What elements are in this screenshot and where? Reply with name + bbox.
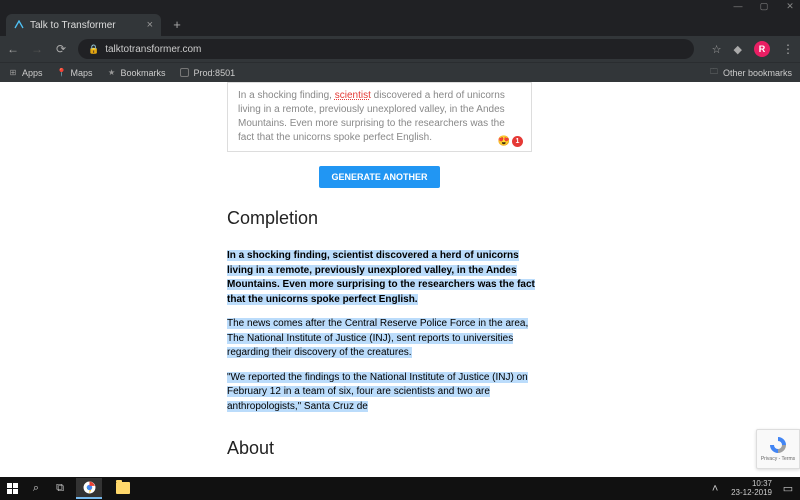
search-icon[interactable]: ⌕ bbox=[28, 481, 44, 497]
task-view-icon[interactable]: ⧉ bbox=[52, 481, 68, 497]
reload-button[interactable]: ⟳ bbox=[54, 42, 68, 56]
browser-tab[interactable]: Talk to Transformer × bbox=[6, 14, 161, 36]
completion-text[interactable]: In a shocking finding, scientist discove… bbox=[227, 249, 537, 414]
system-clock[interactable]: 10:37 23-12-2019 bbox=[731, 480, 772, 497]
lock-icon: 🔒 bbox=[88, 44, 99, 55]
completion-paragraph: The news comes after the Central Reserve… bbox=[227, 318, 528, 358]
tab-strip: Talk to Transformer × + bbox=[0, 12, 800, 36]
profile-avatar[interactable]: R bbox=[754, 41, 770, 57]
back-button[interactable]: ← bbox=[6, 42, 20, 56]
folder-icon bbox=[116, 482, 130, 494]
notifications-icon[interactable]: ▭ bbox=[780, 481, 796, 497]
window-maximize-icon[interactable]: ▢ bbox=[758, 1, 770, 12]
window-minimize-icon[interactable]: — bbox=[732, 1, 744, 11]
taskbar: ⌕ ⧉ ˄ 10:37 23-12-2019 ▭ bbox=[0, 477, 800, 500]
about-heading: About bbox=[227, 438, 547, 459]
new-tab-button[interactable]: + bbox=[167, 14, 187, 34]
generate-another-button[interactable]: GENERATE ANOTHER bbox=[319, 166, 439, 188]
prompt-box: In a shocking finding, scientist discove… bbox=[227, 82, 532, 152]
page-viewport: In a shocking finding, scientist discove… bbox=[0, 82, 800, 477]
favicon-icon bbox=[14, 20, 24, 30]
bookmark-maps[interactable]: 📍Maps bbox=[57, 68, 93, 78]
completion-heading: Completion bbox=[227, 208, 675, 229]
tray-up-icon[interactable]: ˄ bbox=[707, 481, 723, 497]
reaction-count[interactable]: 1 bbox=[512, 136, 523, 147]
start-button[interactable] bbox=[4, 481, 20, 497]
prompt-text: In a shocking finding, scientist discove… bbox=[238, 89, 521, 145]
star-icon[interactable]: ☆ bbox=[712, 43, 722, 56]
bookmark-prod[interactable]: Prod:8501 bbox=[180, 68, 236, 78]
recaptcha-text: Privacy - Terms bbox=[761, 457, 795, 463]
extension-icon[interactable]: ◆ bbox=[734, 43, 742, 56]
menu-icon[interactable]: ⋮ bbox=[782, 42, 794, 56]
nav-toolbar: ← → ⟳ 🔒 talktotransformer.com ☆ ◆ R ⋮ bbox=[0, 36, 800, 62]
taskbar-chrome[interactable] bbox=[76, 478, 102, 499]
heart-eyes-icon[interactable]: 😍 bbox=[498, 136, 510, 147]
bookmark-bookmarks[interactable]: ★Bookmarks bbox=[107, 68, 166, 78]
forward-button[interactable]: → bbox=[30, 42, 44, 56]
bookmark-apps[interactable]: ⊞Apps bbox=[8, 68, 43, 78]
reactions: 😍 1 bbox=[498, 136, 523, 147]
recaptcha-icon bbox=[768, 435, 788, 455]
window-titlebar: — ▢ ✕ bbox=[0, 0, 800, 12]
url-text: talktotransformer.com bbox=[105, 44, 201, 55]
spellcheck-word: scientist bbox=[335, 90, 371, 101]
bookmarks-bar: ⊞Apps 📍Maps ★Bookmarks Prod:8501 🗀Other … bbox=[0, 62, 800, 82]
taskbar-explorer[interactable] bbox=[110, 478, 136, 499]
tab-close-icon[interactable]: × bbox=[147, 19, 153, 31]
completion-paragraph: "We reported the findings to the Nationa… bbox=[227, 372, 528, 412]
completion-paragraph: In a shocking finding, scientist discove… bbox=[227, 250, 535, 305]
window-close-icon[interactable]: ✕ bbox=[784, 1, 796, 12]
tab-title: Talk to Transformer bbox=[30, 20, 141, 31]
recaptcha-badge[interactable]: Privacy - Terms bbox=[756, 429, 800, 469]
address-bar[interactable]: 🔒 talktotransformer.com bbox=[78, 39, 694, 59]
bookmark-other[interactable]: 🗀Other bookmarks bbox=[709, 68, 792, 78]
